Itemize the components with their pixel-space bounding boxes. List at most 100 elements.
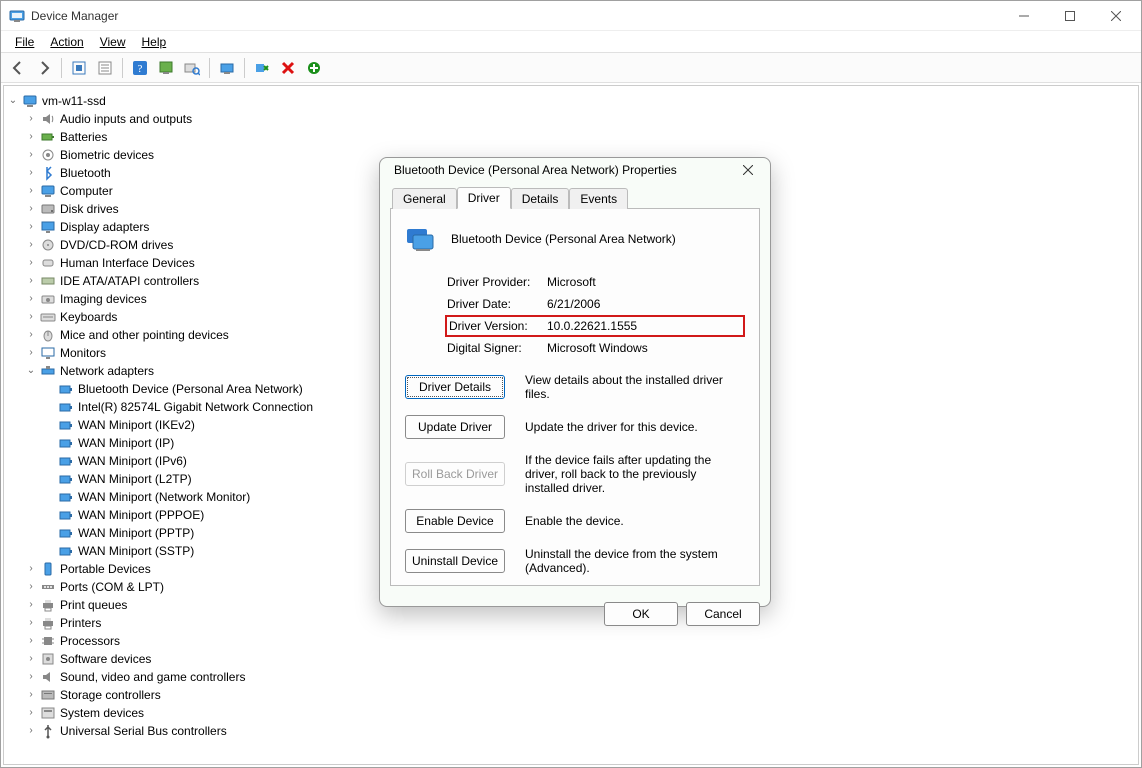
tab-strip: General Driver Details Events [390, 184, 760, 208]
chevron-right-icon[interactable]: › [24, 706, 38, 720]
uninstall-device-icon[interactable] [250, 56, 274, 80]
menu-file[interactable]: File [7, 33, 42, 51]
ports-icon [40, 579, 56, 595]
enable-device-button[interactable]: Enable Device [405, 509, 505, 533]
chevron-right-icon[interactable]: › [24, 166, 38, 180]
chevron-down-icon[interactable]: ⌄ [6, 94, 20, 108]
chevron-right-icon[interactable]: › [24, 148, 38, 162]
maximize-button[interactable] [1047, 1, 1093, 31]
device-manager-icon [9, 8, 25, 24]
minimize-button[interactable] [1001, 1, 1047, 31]
chevron-right-icon[interactable]: › [24, 670, 38, 684]
tree-node-label: Bluetooth Device (Personal Area Network) [78, 380, 303, 398]
tree-node[interactable]: ›System devices [6, 704, 1136, 722]
tree-node-label: Mice and other pointing devices [60, 326, 229, 344]
tree-node[interactable]: › Universal Serial Bus controllers [6, 722, 1136, 740]
nic-icon [58, 471, 74, 487]
chevron-right-icon[interactable]: › [24, 652, 38, 666]
biometric-icon [40, 147, 56, 163]
tree-node[interactable]: ›Audio inputs and outputs [6, 110, 1136, 128]
chevron-right-icon[interactable]: › [24, 580, 38, 594]
chevron-right-icon[interactable]: › [24, 112, 38, 126]
bluetooth-icon [40, 165, 56, 181]
roll-back-driver-button: Roll Back Driver [405, 462, 505, 486]
tree-node-label: Disk drives [60, 200, 119, 218]
action-row: Uninstall DeviceUninstall the device fro… [405, 547, 745, 575]
chevron-right-icon[interactable]: › [24, 256, 38, 270]
chevron-down-icon[interactable]: ⌄ [24, 364, 38, 378]
audio-icon [40, 111, 56, 127]
back-icon[interactable] [6, 56, 30, 80]
chevron-right-icon[interactable]: › [24, 220, 38, 234]
forward-icon[interactable] [32, 56, 56, 80]
software-icon [40, 651, 56, 667]
tree-node-label: Universal Serial Bus controllers [60, 722, 227, 740]
chevron-right-icon[interactable]: › [24, 274, 38, 288]
tree-node[interactable]: ›Sound, video and game controllers [6, 668, 1136, 686]
show-hidden-icon[interactable] [67, 56, 91, 80]
tree-node-label: IDE ATA/ATAPI controllers [60, 272, 199, 290]
tree-node-label: Human Interface Devices [60, 254, 195, 272]
nic-icon [58, 399, 74, 415]
properties-icon[interactable] [93, 56, 117, 80]
help-icon[interactable]: ? [128, 56, 152, 80]
driver-date-label: Driver Date: [447, 297, 547, 311]
tree-node[interactable]: ›Storage controllers [6, 686, 1136, 704]
chevron-right-icon[interactable]: › [24, 130, 38, 144]
uninstall-device-button[interactable]: Uninstall Device [405, 549, 505, 573]
nic-icon [58, 435, 74, 451]
nic-icon [58, 453, 74, 469]
chevron-right-icon[interactable]: › [24, 634, 38, 648]
chevron-right-icon[interactable]: › [24, 238, 38, 252]
close-button[interactable] [1093, 1, 1139, 31]
chevron-right-icon[interactable]: › [24, 202, 38, 216]
tree-node-label: Processors [60, 632, 120, 650]
chevron-right-icon[interactable]: › [24, 562, 38, 576]
chevron-right-icon[interactable]: › [24, 724, 38, 738]
menu-action[interactable]: Action [42, 33, 91, 51]
tree-node[interactable]: ›Software devices [6, 650, 1136, 668]
chevron-right-icon[interactable]: › [24, 292, 38, 306]
scan-hardware-icon[interactable] [180, 56, 204, 80]
printqueue-icon [40, 597, 56, 613]
chevron-right-icon[interactable]: › [24, 310, 38, 324]
dialog-close-button[interactable] [734, 158, 762, 182]
chevron-right-icon[interactable]: › [24, 328, 38, 342]
tree-node[interactable]: ›Batteries [6, 128, 1136, 146]
tree-node-label: Computer [60, 182, 113, 200]
device-icon [405, 223, 437, 255]
battery-icon [40, 129, 56, 145]
add-icon[interactable] [302, 56, 326, 80]
chevron-right-icon[interactable]: › [24, 688, 38, 702]
window-title: Device Manager [31, 9, 1001, 23]
update-driver-icon[interactable] [154, 56, 178, 80]
tab-events[interactable]: Events [569, 188, 628, 209]
chevron-right-icon[interactable]: › [24, 346, 38, 360]
ok-button[interactable]: OK [604, 602, 678, 626]
tree-node-label: Printers [60, 614, 101, 632]
driver-details-button[interactable]: Driver Details [405, 375, 505, 399]
driver-version-value: 10.0.22621.1555 [547, 319, 637, 333]
monitor-icon [40, 345, 56, 361]
update-driver-button[interactable]: Update Driver [405, 415, 505, 439]
chevron-right-icon[interactable]: › [24, 184, 38, 198]
tab-details[interactable]: Details [511, 188, 570, 209]
tab-general[interactable]: General [392, 188, 457, 209]
display-icon [40, 219, 56, 235]
printer-icon [40, 615, 56, 631]
chevron-right-icon[interactable]: › [24, 598, 38, 612]
menu-view[interactable]: View [92, 33, 134, 51]
tree-node-label: Intel(R) 82574L Gigabit Network Connecti… [78, 398, 313, 416]
disable-icon[interactable] [215, 56, 239, 80]
menu-help[interactable]: Help [134, 33, 175, 51]
tree-node-label: Imaging devices [60, 290, 147, 308]
properties-dialog: Bluetooth Device (Personal Area Network)… [379, 157, 771, 607]
network-icon [40, 363, 56, 379]
cpu-icon [40, 633, 56, 649]
remove-icon[interactable] [276, 56, 300, 80]
cancel-button[interactable]: Cancel [686, 602, 760, 626]
tree-node[interactable]: ⌄vm-w11-ssd [6, 92, 1136, 110]
keyboard-icon [40, 309, 56, 325]
tab-driver[interactable]: Driver [457, 187, 511, 209]
chevron-right-icon[interactable]: › [24, 616, 38, 630]
